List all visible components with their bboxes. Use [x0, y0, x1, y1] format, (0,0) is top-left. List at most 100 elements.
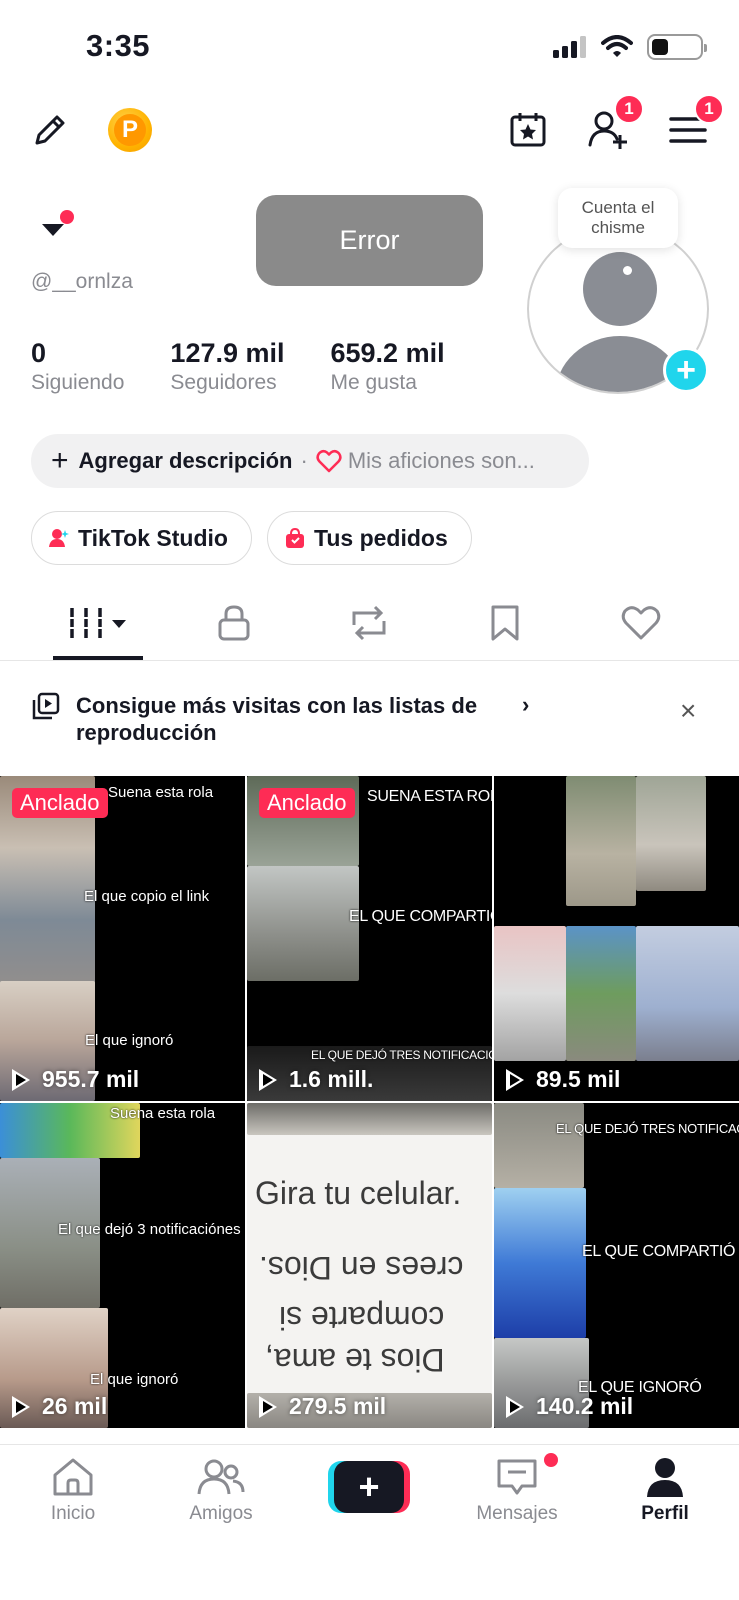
stat-following[interactable]: 0 Siguiendo — [31, 338, 124, 395]
bookmark-icon — [491, 605, 519, 641]
thumb-photo — [566, 776, 636, 906]
view-count-label: 140.2 mil — [536, 1393, 634, 1419]
playlist-icon — [32, 692, 60, 720]
thumb-photo — [494, 1188, 586, 1338]
video-thumbnail[interactable]: Gira tu celular. crees en Dios. comparte… — [247, 1103, 492, 1428]
video-caption: El que ignoró — [90, 1371, 179, 1388]
active-tab-indicator — [53, 656, 143, 660]
tab-reposts[interactable] — [324, 585, 414, 661]
video-caption: El que copio el link — [84, 888, 210, 905]
note-bubble[interactable]: Cuenta el chisme — [558, 188, 678, 248]
edit-pencil-icon[interactable] — [30, 110, 70, 150]
view-count-label: 89.5 mil — [536, 1066, 621, 1092]
view-count: 89.5 mil — [506, 1066, 620, 1093]
view-count-label: 26 mil — [42, 1393, 108, 1419]
friends-icon — [197, 1459, 245, 1495]
shopping-bag-icon — [286, 527, 304, 548]
view-count: 26 mil — [12, 1393, 107, 1420]
messages-notification-dot — [544, 1453, 558, 1467]
account-switch-caret-icon[interactable] — [42, 224, 64, 236]
play-icon — [12, 1068, 30, 1091]
stat-value: 659.2 mil — [330, 338, 445, 368]
separator-dot: · — [300, 448, 308, 473]
create-button[interactable]: + — [328, 1461, 410, 1513]
video-thumbnail[interactable]: EL QUE DEJÓ TRES NOTIFICACIONES EL QUE C… — [494, 1103, 739, 1428]
video-caption: Gira tu celular. — [255, 1175, 462, 1211]
nav-profile[interactable]: Perfil — [605, 1457, 725, 1525]
stat-followers[interactable]: 127.9 mil Seguidores — [170, 338, 284, 395]
video-thumbnail[interactable]: Suena esta rola El que copio el link El … — [0, 776, 245, 1101]
view-count: 279.5 mil — [259, 1393, 386, 1420]
video-thumbnail[interactable]: Suena esta rola El que dejó 3 notificaci… — [0, 1103, 245, 1428]
stat-value: 127.9 mil — [170, 338, 285, 368]
tab-videos[interactable] — [53, 585, 143, 661]
close-icon[interactable]: × — [680, 695, 696, 727]
add-description-button[interactable]: + Agregar descripción · Mis aficiones so… — [31, 434, 589, 488]
error-toast: Error — [256, 195, 483, 286]
play-icon — [12, 1395, 30, 1418]
play-icon — [259, 1395, 277, 1418]
lock-icon — [218, 605, 250, 641]
coin-letter: P — [114, 114, 146, 146]
signal-icon — [553, 36, 586, 58]
view-count-label: 955.7 mil — [42, 1066, 140, 1092]
stat-likes[interactable]: 659.2 mil Me gusta — [331, 338, 445, 395]
hobbies-hint: Mis aficiones son... — [347, 448, 535, 473]
play-icon — [506, 1068, 524, 1091]
thumb-photo — [494, 1103, 584, 1188]
banner-text: Consigue más visitas con las listas de r… — [76, 693, 478, 745]
view-count-label: 1.6 mill. — [289, 1066, 374, 1092]
profile-icon — [647, 1458, 683, 1497]
tab-private[interactable] — [189, 585, 279, 661]
tiktok-studio-button[interactable]: TikTok Studio — [31, 511, 252, 565]
tab-favorites[interactable] — [460, 585, 550, 661]
studio-icon — [49, 529, 69, 547]
stat-label: Me gusta — [330, 371, 417, 394]
thumb-photo — [494, 926, 566, 1061]
stat-label: Siguiendo — [31, 371, 125, 394]
pinned-badge: Anclado — [12, 788, 108, 818]
nav-friends[interactable]: Amigos — [161, 1457, 281, 1525]
thumb-photo — [247, 1103, 492, 1135]
nav-home[interactable]: Inicio — [13, 1457, 133, 1525]
status-icons — [553, 34, 707, 60]
orders-label: Tus pedidos — [314, 524, 448, 551]
account-notification-dot — [60, 210, 74, 224]
thumb-photo — [636, 776, 706, 891]
nav-messages[interactable]: Mensajes — [457, 1457, 577, 1525]
playlist-promo-banner[interactable]: Consigue más visitas con las listas de r… — [0, 662, 739, 774]
orders-button[interactable]: Tus pedidos — [267, 511, 472, 565]
video-caption: EL QUE DEJÓ TRES NOTIFICACIONES — [556, 1121, 739, 1136]
play-icon — [506, 1395, 524, 1418]
battery-icon — [647, 34, 707, 60]
grid-icon — [66, 608, 126, 638]
username-handle: @__ornlza — [31, 270, 133, 293]
video-caption: Suena esta rola — [108, 784, 214, 801]
video-caption: crees en Dios. — [259, 1250, 464, 1286]
thumb-photo — [566, 926, 636, 1061]
video-caption: comparte si — [279, 1300, 445, 1336]
heart-outline-icon — [316, 449, 342, 473]
status-time: 3:35 — [86, 28, 151, 63]
add-friends-badge: 1 — [614, 94, 644, 124]
tiktok-studio-label: TikTok Studio — [78, 524, 228, 551]
video-caption: Dios te ama, — [265, 1342, 445, 1378]
video-caption: EL QUE COMPARTIÓ — [582, 1243, 736, 1260]
plus-icon: + — [334, 1461, 404, 1513]
calendar-star-icon[interactable] — [508, 110, 548, 150]
video-thumbnail[interactable]: 89.5 mil — [494, 776, 739, 1101]
add-avatar-plus-button[interactable]: + — [663, 347, 709, 393]
coin-icon[interactable]: P — [108, 108, 152, 152]
video-caption: Suena esta rola — [110, 1105, 216, 1122]
tab-liked[interactable] — [596, 585, 686, 661]
view-count: 140.2 mil — [506, 1393, 633, 1420]
view-count: 955.7 mil — [12, 1066, 139, 1093]
view-count-label: 279.5 mil — [289, 1393, 387, 1419]
stat-label: Seguidores — [170, 371, 277, 394]
video-thumbnail[interactable]: SUENA ESTA ROLA EL QUE COMPARTIÓ EL QUE … — [247, 776, 492, 1101]
thumb-photo — [636, 926, 739, 1061]
profile-tabs — [0, 585, 739, 661]
video-caption: EL QUE COMPARTIÓ — [349, 908, 492, 925]
wifi-icon — [601, 35, 633, 57]
menu-badge: 1 — [694, 94, 724, 124]
